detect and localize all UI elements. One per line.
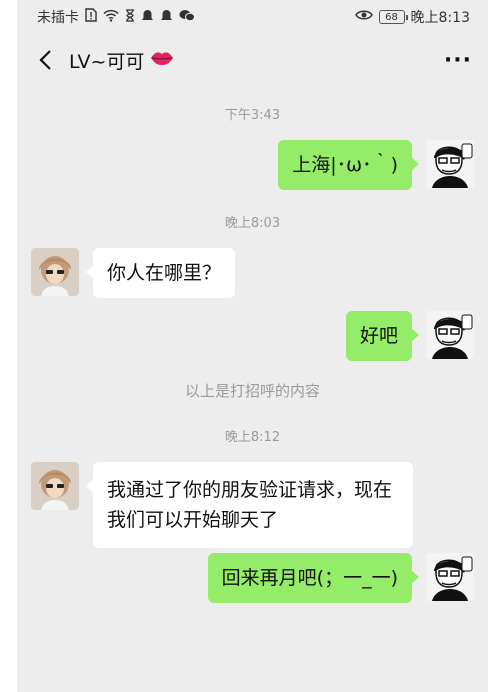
message-bubble[interactable]: 我通过了你的朋友验证请求，现在我们可以开始聊天了 xyxy=(86,462,413,548)
chat-header: LV~可可 ··· xyxy=(17,34,488,86)
more-options-button[interactable]: ··· xyxy=(444,48,472,73)
status-bar: 未插卡 68 晚上8:13 xyxy=(17,0,488,34)
notification-icon xyxy=(160,9,173,26)
status-left: 未插卡 xyxy=(37,7,195,27)
carrier-text: 未插卡 xyxy=(37,10,79,26)
my-avatar[interactable] xyxy=(426,553,474,601)
notification-icon xyxy=(141,9,154,26)
my-avatar[interactable] xyxy=(426,140,474,188)
message-bubble[interactable]: 回来再月吧(；一_一) xyxy=(207,553,420,603)
message-bubble[interactable]: 上海|･ω･｀) xyxy=(278,140,419,190)
hourglass-icon xyxy=(125,8,135,26)
contact-name: LV~可可 xyxy=(69,50,145,73)
message-sent: 上海|･ω･｀) xyxy=(278,140,474,190)
lips-icon xyxy=(150,49,174,71)
message-received: 你人在哪里？ xyxy=(31,248,236,298)
message-bubble[interactable]: 你人在哪里？ xyxy=(85,248,236,298)
wechat-icon xyxy=(179,9,195,26)
message-bubble[interactable]: 好吧 xyxy=(345,311,420,361)
battery-indicator: 68 xyxy=(378,10,408,24)
back-arrow-icon[interactable] xyxy=(33,48,57,72)
message-sent: 回来再月吧(；一_一) xyxy=(207,553,474,603)
chat-screen: 未插卡 68 晚上8:13 LV~可可 ··· 下午3:43 上海|･ω･｀) … xyxy=(17,0,488,692)
message-sent: 好吧 xyxy=(345,311,474,361)
my-avatar[interactable] xyxy=(426,311,474,359)
contact-avatar[interactable] xyxy=(31,248,79,296)
wifi-icon xyxy=(103,9,119,26)
status-time: 晚上8:13 xyxy=(410,10,470,26)
sim-alert-icon xyxy=(85,8,97,26)
eye-icon xyxy=(354,9,373,25)
contact-avatar[interactable] xyxy=(31,462,79,510)
chat-title: LV~可可 xyxy=(69,47,174,74)
timestamp: 下午3:43 xyxy=(224,108,281,123)
timestamp: 晚上8:12 xyxy=(224,430,281,445)
system-notice: 以上是打招呼的内容 xyxy=(184,382,320,400)
message-received: 我通过了你的朋友验证请求，现在我们可以开始聊天了 xyxy=(31,462,413,548)
status-right: 68 晚上8:13 xyxy=(354,7,470,27)
timestamp: 晚上8:03 xyxy=(224,216,281,231)
